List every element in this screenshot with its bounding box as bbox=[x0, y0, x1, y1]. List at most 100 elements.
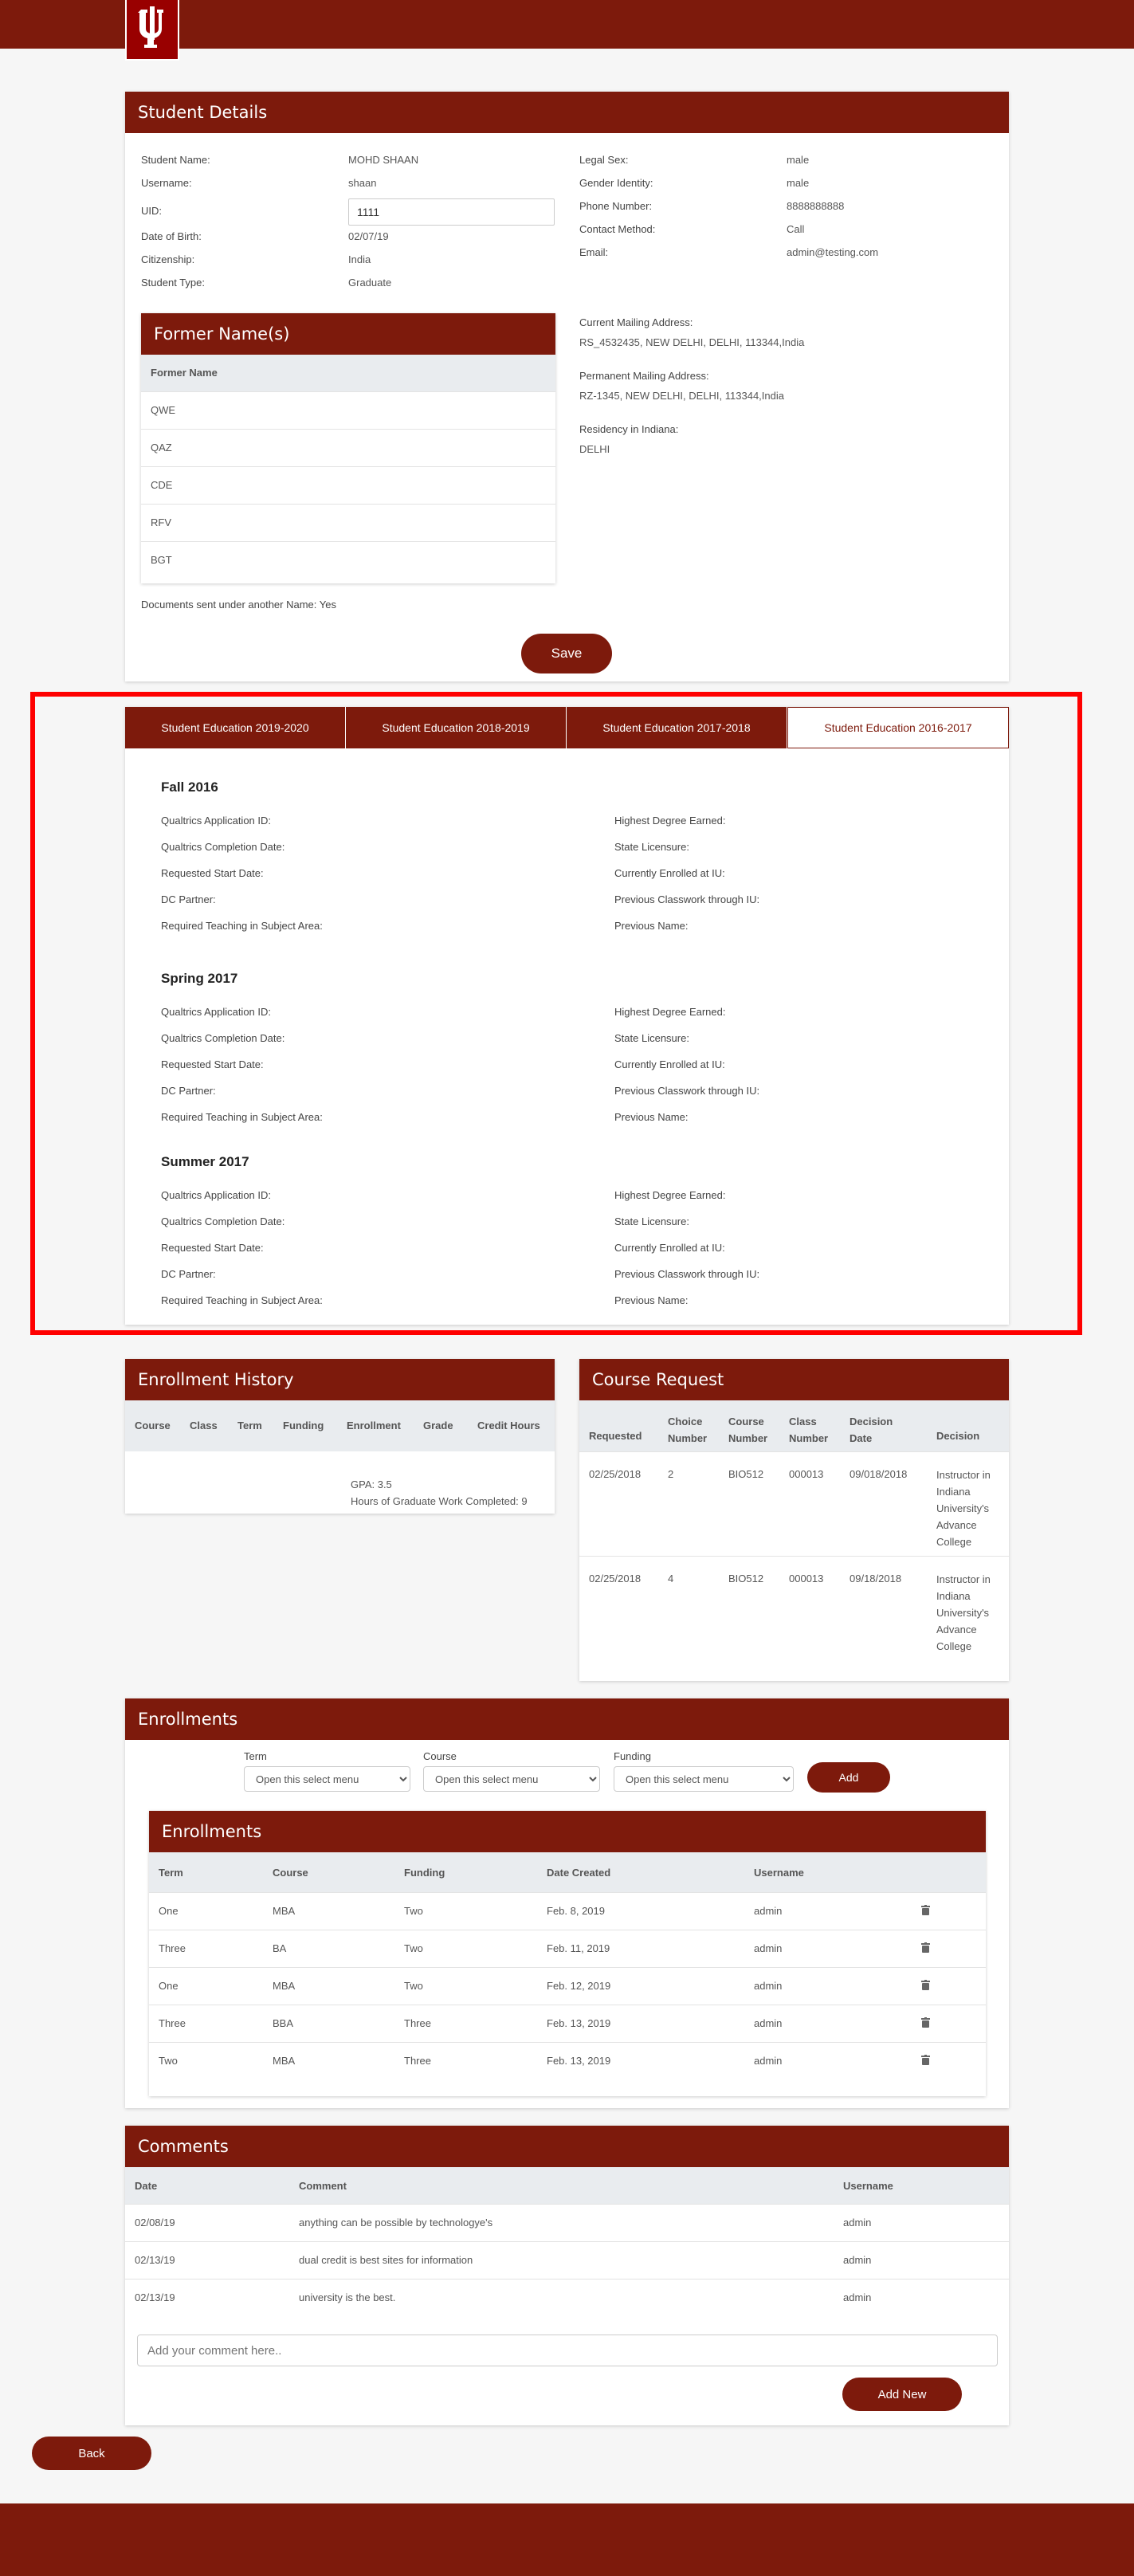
cell: MBA bbox=[273, 1905, 296, 1917]
edu-label: Required Teaching in Subject Area: bbox=[161, 1111, 323, 1123]
edu-label: DC Partner: bbox=[161, 893, 216, 905]
former-names-title: Former Name(s) bbox=[141, 313, 555, 355]
former-names-card: Former Name(s) Former Name QWE QAZ CDE R… bbox=[141, 313, 555, 583]
cell: 09/18/2018 bbox=[850, 1573, 902, 1584]
tab-education-2019-2020[interactable]: Student Education 2019-2020 bbox=[125, 707, 346, 748]
table-row: 02/08/19 anything can be possible by tec… bbox=[125, 2204, 1009, 2241]
enrollments-table-title: Enrollments bbox=[149, 1811, 986, 1852]
course-select[interactable]: Open this select menu bbox=[423, 1766, 600, 1792]
trash-icon[interactable] bbox=[921, 1942, 930, 1955]
table-row: Three BBA Three Feb. 13, 2019 admin bbox=[149, 2005, 986, 2042]
col-header: Decision Date bbox=[850, 1416, 893, 1444]
col-header: Class Number bbox=[789, 1416, 829, 1444]
tab-education-2017-2018[interactable]: Student Education 2017-2018 bbox=[567, 707, 787, 748]
comment-input[interactable] bbox=[137, 2334, 998, 2366]
col-header: Term bbox=[237, 1420, 262, 1431]
cell: 4 bbox=[668, 1573, 674, 1584]
cell: admin bbox=[754, 2055, 783, 2067]
edu-label: Highest Degree Earned: bbox=[614, 815, 726, 827]
cell: 000013 bbox=[789, 1468, 824, 1480]
enrollments-header: Term Course Funding Date Created Usernam… bbox=[149, 1852, 986, 1892]
detail-label: Student Name: bbox=[141, 154, 210, 166]
permanent-address-value: RZ-1345, NEW DELHI, DELHI, 113344,India bbox=[579, 390, 784, 402]
former-name-row: QAZ bbox=[141, 429, 555, 466]
former-name-header: Former Name bbox=[141, 355, 555, 391]
education-tabs: Student Education 2019-2020 Student Educ… bbox=[125, 707, 1009, 748]
address-label: Permanent Mailing Address: bbox=[579, 370, 709, 382]
edu-label: Highest Degree Earned: bbox=[614, 1006, 726, 1018]
student-name-value: MOHD SHAAN bbox=[348, 154, 419, 166]
former-name-row: BGT bbox=[141, 541, 555, 579]
funding-select[interactable]: Open this select menu bbox=[614, 1766, 794, 1792]
col-header: Username bbox=[754, 1867, 804, 1879]
save-button[interactable]: Save bbox=[521, 634, 612, 673]
cell: Feb. 11, 2019 bbox=[547, 1942, 610, 1954]
cell: Two bbox=[159, 2055, 178, 2067]
tab-education-2018-2019[interactable]: Student Education 2018-2019 bbox=[346, 707, 567, 748]
address-label: Current Mailing Address: bbox=[579, 316, 693, 328]
edu-label: Highest Degree Earned: bbox=[614, 1189, 726, 1201]
current-address-value: RS_4532435, NEW DELHI, DELHI, 113344,Ind… bbox=[579, 336, 805, 348]
cell: MBA bbox=[273, 2055, 296, 2067]
edu-label: State Licensure: bbox=[614, 1032, 689, 1044]
trash-icon[interactable] bbox=[921, 1980, 930, 1993]
filter-label: Funding bbox=[614, 1750, 651, 1762]
edu-label: Previous Classwork through IU: bbox=[614, 893, 760, 905]
edu-label: Currently Enrolled at IU: bbox=[614, 1058, 725, 1070]
edu-label: Requested Start Date: bbox=[161, 1242, 264, 1254]
edu-label: Qualtrics Application ID: bbox=[161, 1189, 272, 1201]
edu-label: State Licensure: bbox=[614, 841, 689, 853]
cell: 000013 bbox=[789, 1573, 824, 1584]
filter-label: Course bbox=[423, 1750, 457, 1762]
cell: admin bbox=[754, 1905, 783, 1917]
course-request-title: Course Request bbox=[579, 1359, 1009, 1400]
edu-label: Previous Classwork through IU: bbox=[614, 1085, 760, 1097]
col-header: Funding bbox=[283, 1420, 324, 1431]
cell: MBA bbox=[273, 1980, 296, 1992]
uid-input[interactable] bbox=[348, 198, 555, 226]
citizenship-value: India bbox=[348, 253, 371, 265]
phone-value: 8888888888 bbox=[787, 200, 845, 212]
table-row: Three BA Two Feb. 11, 2019 admin bbox=[149, 1930, 986, 1967]
col-header: Course bbox=[135, 1420, 171, 1431]
trash-icon[interactable] bbox=[921, 2017, 930, 2030]
filter-label: Term bbox=[244, 1750, 267, 1762]
trash-icon[interactable] bbox=[921, 2055, 930, 2067]
enrollment-history-card: Enrollment History Course Class Term Fun… bbox=[125, 1359, 555, 1514]
legal-sex-value: male bbox=[787, 154, 810, 166]
edu-label: Requested Start Date: bbox=[161, 1058, 264, 1070]
enrollments-title: Enrollments bbox=[125, 1698, 1009, 1740]
enrollment-history-header: Course Class Term Funding Enrollment Gra… bbox=[125, 1400, 555, 1451]
add-comment-button[interactable]: Add New bbox=[842, 2378, 962, 2411]
col-header: Decision bbox=[936, 1430, 980, 1442]
former-name-row: CDE bbox=[141, 466, 555, 504]
cell: dual credit is best sites for informatio… bbox=[299, 2254, 473, 2266]
cell: Two bbox=[404, 1905, 423, 1917]
former-name-row: QWE bbox=[141, 391, 555, 429]
course-request-card: Course Request Requested Choice Number C… bbox=[579, 1359, 1009, 1681]
student-type-value: Graduate bbox=[348, 277, 392, 289]
cell: admin bbox=[843, 2217, 872, 2228]
cell: admin bbox=[754, 2017, 783, 2029]
iu-logo[interactable] bbox=[125, 0, 179, 61]
term-select[interactable]: Open this select menu bbox=[244, 1766, 410, 1792]
detail-label: Legal Sex: bbox=[579, 154, 629, 166]
add-enrollment-button[interactable]: Add bbox=[807, 1762, 890, 1793]
table-row: One MBA Two Feb. 12, 2019 admin bbox=[149, 1967, 986, 2005]
edu-label: Qualtrics Completion Date: bbox=[161, 1215, 285, 1227]
cell: Instructor in Indiana University's Advan… bbox=[936, 1573, 991, 1652]
comments-title: Comments bbox=[125, 2126, 1009, 2167]
cell: One bbox=[159, 1905, 179, 1917]
back-button[interactable]: Back bbox=[32, 2437, 151, 2470]
detail-label: Contact Method: bbox=[579, 223, 656, 235]
residency-label: Residency in Indiana: bbox=[579, 423, 679, 435]
cell: Two bbox=[404, 1942, 423, 1954]
col-header: Grade bbox=[423, 1420, 453, 1431]
trash-icon[interactable] bbox=[921, 1905, 930, 1918]
edu-label: Qualtrics Completion Date: bbox=[161, 1032, 285, 1044]
cell: 02/25/2018 bbox=[589, 1468, 642, 1480]
tab-education-2016-2017[interactable]: Student Education 2016-2017 bbox=[787, 707, 1009, 748]
former-name-row: RFV bbox=[141, 504, 555, 541]
dob-value: 02/07/19 bbox=[348, 230, 389, 242]
cell: 09/018/2018 bbox=[850, 1468, 908, 1480]
